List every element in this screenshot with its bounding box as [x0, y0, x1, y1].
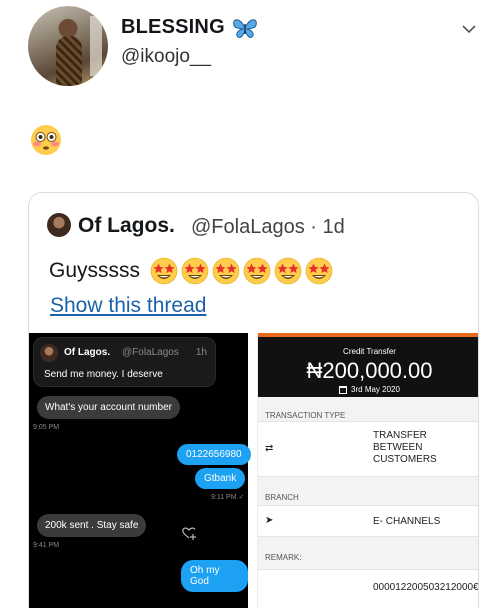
- chat-message-outgoing: 0122656980: [177, 444, 251, 465]
- quoted-avatar[interactable]: [47, 213, 71, 237]
- receipt-remark-row: 000012200503212000€: [258, 569, 479, 608]
- chat-screenshot[interactable]: Of Lagos. @FolaLagos 1h Send me money. I…: [29, 333, 251, 608]
- receipt-amount: ₦200,000.00: [306, 358, 433, 383]
- quoted-emoji-row: [150, 257, 333, 285]
- receipt-title: Credit Transfer: [343, 347, 396, 356]
- quoted-handle-line: @FolaLagos · 1d: [191, 216, 345, 239]
- receipt-screenshot[interactable]: Credit Transfer ₦200,000.00 3rd May 2020…: [257, 333, 479, 608]
- star-struck-icon: [243, 257, 271, 285]
- receipt-remark-value: 000012200503212000€: [373, 582, 479, 593]
- butterfly-icon: [233, 18, 257, 38]
- chat-timestamp: 9:11 PM ✓: [211, 494, 245, 501]
- avatar-figure: [56, 36, 82, 86]
- receipt-date: 3rd May 2020: [351, 385, 400, 394]
- quoted-handle: @FolaLagos: [191, 216, 305, 238]
- star-struck-icon: [181, 257, 209, 285]
- receipt-date-line: 3rd May 2020: [258, 385, 478, 394]
- transfer-icon: ⇄: [265, 443, 274, 454]
- chat-preview-time: 1h: [195, 347, 207, 358]
- quoted-age: 1d: [322, 216, 345, 238]
- receipt-type-value: TRANSFER BETWEEN CUSTOMERS: [373, 430, 437, 465]
- chevron-down-icon[interactable]: [462, 24, 476, 34]
- show-thread-link[interactable]: Show this thread: [50, 294, 206, 318]
- chat-preview-handle: @FolaLagos: [122, 347, 179, 358]
- receipt-type-row: ⇄ TRANSFER BETWEEN CUSTOMERS: [258, 421, 478, 477]
- quoted-text-body: Guysssss: [49, 259, 141, 282]
- chat-message-incoming: What's your account number: [37, 396, 180, 419]
- quoted-text: Guysssss: [49, 257, 333, 285]
- receipt-header: Credit Transfer ₦200,000.00 3rd May 2020: [258, 333, 478, 397]
- chat-preview-name: Of Lagos.: [64, 347, 111, 358]
- receipt-type-label: TRANSACTION TYPE: [265, 411, 346, 420]
- user-avatar[interactable]: [28, 6, 108, 86]
- quoted-tweet-card[interactable]: Of Lagos. @FolaLagos · 1d Guysssss Show …: [28, 192, 479, 608]
- chat-timestamp: 9:41 PM: [33, 542, 60, 549]
- chat-message-outgoing: Gtbank: [195, 468, 246, 489]
- chat-preview-text: Send me money. I deserve: [44, 369, 163, 380]
- heart-plus-icon: [182, 527, 196, 540]
- display-name[interactable]: BLESSING: [121, 16, 258, 39]
- avatar-background: [90, 16, 102, 76]
- chat-timestamp: 9:05 PM: [33, 424, 60, 431]
- receipt-branch-label: BRANCH: [265, 493, 299, 502]
- quoted-separator: ·: [310, 216, 317, 238]
- display-name-text: BLESSING: [121, 16, 225, 38]
- star-struck-icon: [305, 257, 333, 285]
- star-struck-icon: [212, 257, 240, 285]
- chat-preview-avatar: [40, 344, 58, 362]
- receipt-remark-label: REMARK:: [265, 553, 302, 562]
- receipt-branch-row: ➤ E- CHANNELS: [258, 505, 478, 537]
- chat-message-outgoing: Oh my God: [181, 560, 248, 592]
- location-arrow-icon: ➤: [265, 515, 274, 526]
- user-handle[interactable]: @ikoojo__: [121, 46, 211, 68]
- chat-preview-card: Of Lagos. @FolaLagos 1h Send me money. I…: [33, 337, 216, 387]
- star-struck-icon: [274, 257, 302, 285]
- receipt-branch-value: E- CHANNELS: [373, 516, 441, 527]
- star-struck-icon: [150, 257, 178, 285]
- flushed-face-icon: [31, 125, 61, 155]
- chat-message-incoming: 200k sent . Stay safe: [37, 514, 147, 537]
- calendar-icon: [339, 385, 348, 394]
- quoted-display-name[interactable]: Of Lagos.: [78, 214, 175, 238]
